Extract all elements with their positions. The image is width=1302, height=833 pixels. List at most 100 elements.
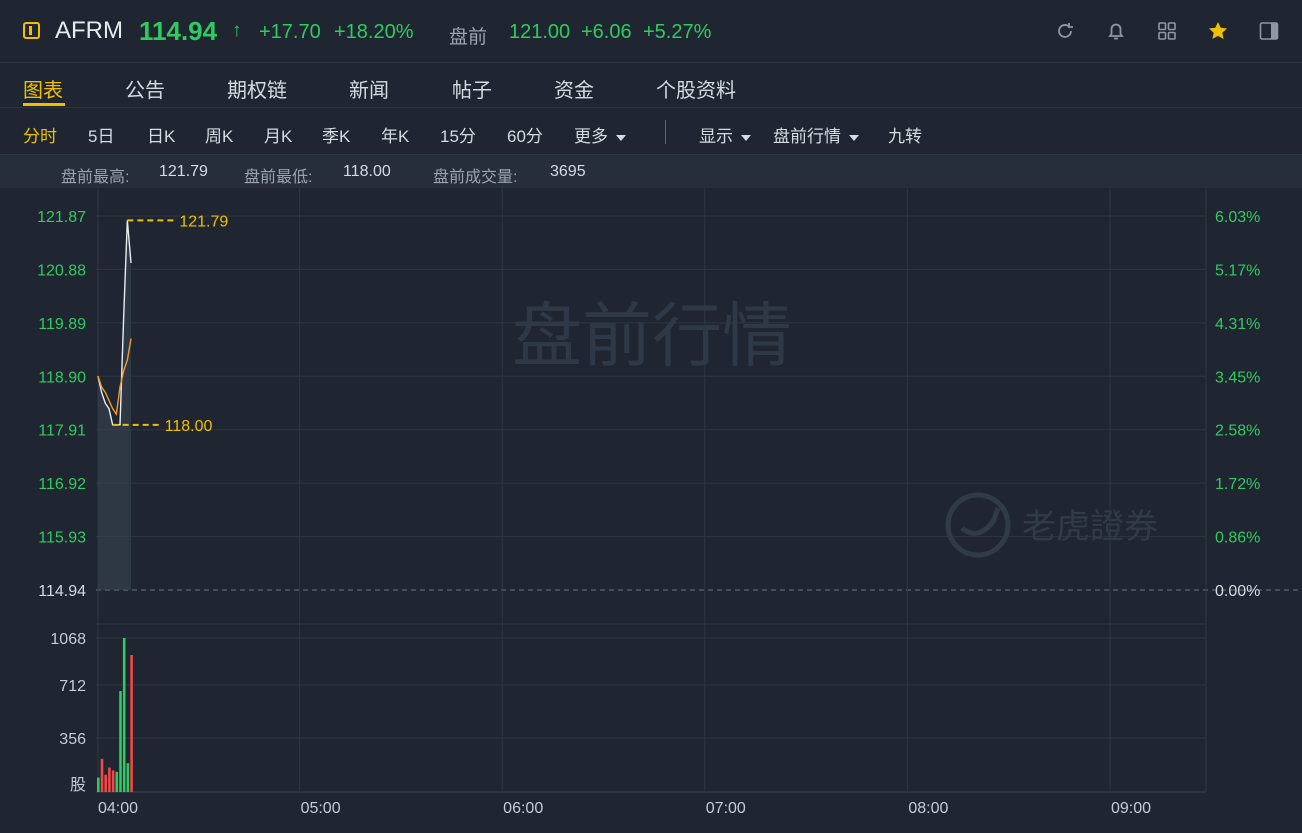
low-value: 118.00: [343, 163, 391, 180]
volume-bar: [108, 767, 111, 792]
pct-tick-label: 0.86%: [1215, 530, 1260, 547]
price-change-pct: +18.20%: [334, 21, 414, 43]
volume-label: 盘前成交量:: [433, 169, 518, 186]
quote-header: AFRM 114.94 ↑ +17.70 +18.20% 盘前 121.00 +…: [0, 0, 1302, 63]
volume-bars: [97, 638, 133, 792]
high-label: 盘前最高:: [61, 169, 130, 186]
chevron-down-icon: [849, 134, 859, 141]
pct-tick-label: 6.03%: [1215, 209, 1260, 226]
tab-posts[interactable]: 帖子: [452, 74, 492, 103]
pct-tick-label: 0.00%: [1215, 583, 1260, 600]
low-marker-label: 118.00: [165, 418, 213, 435]
volume-axis: 1068 712 356 股: [50, 631, 86, 794]
intraday-chart[interactable]: 盘前行情 老虎證券 121.87 120.88 119.89 118.90 117.91…: [0, 188, 1302, 833]
pct-tick-label: 2.58%: [1215, 423, 1260, 440]
period-daily[interactable]: 日K: [147, 122, 175, 147]
stock-type-icon: [23, 22, 40, 39]
chevron-down-icon: [741, 134, 751, 141]
premarket-price: 121.00: [509, 21, 571, 43]
high-marker-label: 121.79: [179, 213, 228, 230]
up-arrow-icon: ↑: [232, 20, 242, 41]
tab-news[interactable]: 新闻: [349, 74, 389, 103]
volume-bar: [104, 774, 107, 792]
active-tab-indicator: [23, 103, 65, 106]
time-tick-label: 09:00: [1111, 800, 1151, 817]
price-area-fill: [98, 220, 131, 591]
time-tick-label: 08:00: [908, 800, 948, 817]
price-tick-label: 118.90: [38, 369, 86, 386]
period-selector: 分时 5日 日K 周K 月K 季K 年K 15分 60分 更多 显示 盘前行情 …: [0, 108, 1302, 155]
watermark-text: 盘前行情: [512, 297, 792, 375]
pct-tick-label: 1.72%: [1215, 476, 1260, 493]
tab-chart[interactable]: 图表: [23, 74, 63, 103]
session-label: 盘前行情: [773, 127, 841, 146]
price-tick-label: 121.87: [37, 209, 86, 226]
time-tick-label: 07:00: [706, 800, 746, 817]
premarket-label: 盘前: [449, 27, 488, 48]
tab-capital[interactable]: 资金: [554, 74, 594, 103]
volume-bar: [111, 770, 115, 792]
brand-logo-icon: [945, 492, 1011, 558]
price-tick-label: 117.91: [38, 423, 86, 440]
time-tick-label: 04:00: [98, 800, 138, 817]
brand-text: 老虎證券: [1022, 508, 1158, 546]
period-intraday[interactable]: 分时: [23, 122, 57, 147]
main-tabs: 图表 公告 期权链 新闻 帖子 资金 个股资料: [0, 62, 1302, 108]
bell-icon[interactable]: [1105, 20, 1127, 42]
pct-tick-label: 4.31%: [1215, 316, 1260, 333]
price-tick-label: 115.93: [38, 530, 86, 547]
panel-icon[interactable]: [1258, 20, 1280, 42]
volume-bar: [119, 691, 122, 792]
tab-company-profile[interactable]: 个股资料: [656, 74, 736, 103]
period-yearly[interactable]: 年K: [381, 122, 409, 147]
volume-tick-label: 356: [59, 731, 86, 748]
price-area: [98, 220, 131, 591]
volume-bar: [126, 763, 130, 792]
time-tick-label: 06:00: [503, 800, 543, 817]
volume-bar: [130, 655, 133, 792]
pct-tick-label: 5.17%: [1215, 262, 1260, 279]
price-change: +17.70: [259, 21, 321, 43]
period-more-label: 更多: [574, 127, 608, 146]
high-value: 121.79: [159, 163, 208, 180]
volume-value: 3695: [550, 163, 586, 180]
time-tick-label: 05:00: [301, 800, 341, 817]
period-5day[interactable]: 5日: [88, 122, 114, 147]
pct-tick-label: 3.45%: [1215, 369, 1260, 386]
pct-axis: 6.03% 5.17% 4.31% 3.45% 2.58% 1.72% 0.86% 0.00%: [1215, 209, 1260, 600]
nine-turn-button[interactable]: 九转: [888, 122, 922, 147]
time-axis: 04:00 05:00 06:00 07:00 08:00 09:00: [98, 800, 1151, 817]
period-monthly[interactable]: 月K: [264, 122, 292, 147]
price-tick-label: 116.92: [38, 476, 86, 493]
chevron-down-icon: [616, 134, 626, 141]
tab-announcements[interactable]: 公告: [125, 74, 165, 103]
star-icon[interactable]: [1207, 20, 1229, 42]
tab-options-chain[interactable]: 期权链: [227, 74, 287, 103]
divider: [665, 120, 666, 144]
last-price: 114.94: [139, 16, 218, 46]
volume-bar: [100, 758, 104, 792]
price-tick-label: 120.88: [37, 262, 86, 279]
premarket-change-pct: +5.27%: [643, 21, 712, 43]
period-15min[interactable]: 15分: [440, 122, 476, 147]
volume-bar: [115, 771, 119, 792]
stock-symbol: AFRM: [55, 17, 123, 44]
volume-tick-label: 1068: [50, 631, 86, 648]
price-tick-label: 119.89: [38, 316, 86, 333]
price-axis: 121.87 120.88 119.89 118.90 117.91 116.92 115.…: [37, 209, 86, 600]
grid-icon[interactable]: [1156, 20, 1178, 42]
volume-tick-label: 股: [70, 776, 86, 794]
premarket-change: +6.06: [581, 21, 632, 43]
volume-bar: [122, 638, 126, 792]
display-dropdown[interactable]: 显示: [699, 122, 751, 147]
session-dropdown[interactable]: 盘前行情: [773, 122, 859, 147]
low-label: 盘前最低:: [244, 169, 313, 186]
refresh-icon[interactable]: [1054, 20, 1076, 42]
volume-tick-label: 712: [59, 678, 86, 695]
period-quarterly[interactable]: 季K: [322, 122, 350, 147]
period-weekly[interactable]: 周K: [205, 122, 233, 147]
period-60min[interactable]: 60分: [507, 122, 543, 147]
price-tick-label: 114.94: [38, 583, 86, 600]
display-label: 显示: [699, 127, 733, 146]
period-more-dropdown[interactable]: 更多: [574, 122, 626, 147]
